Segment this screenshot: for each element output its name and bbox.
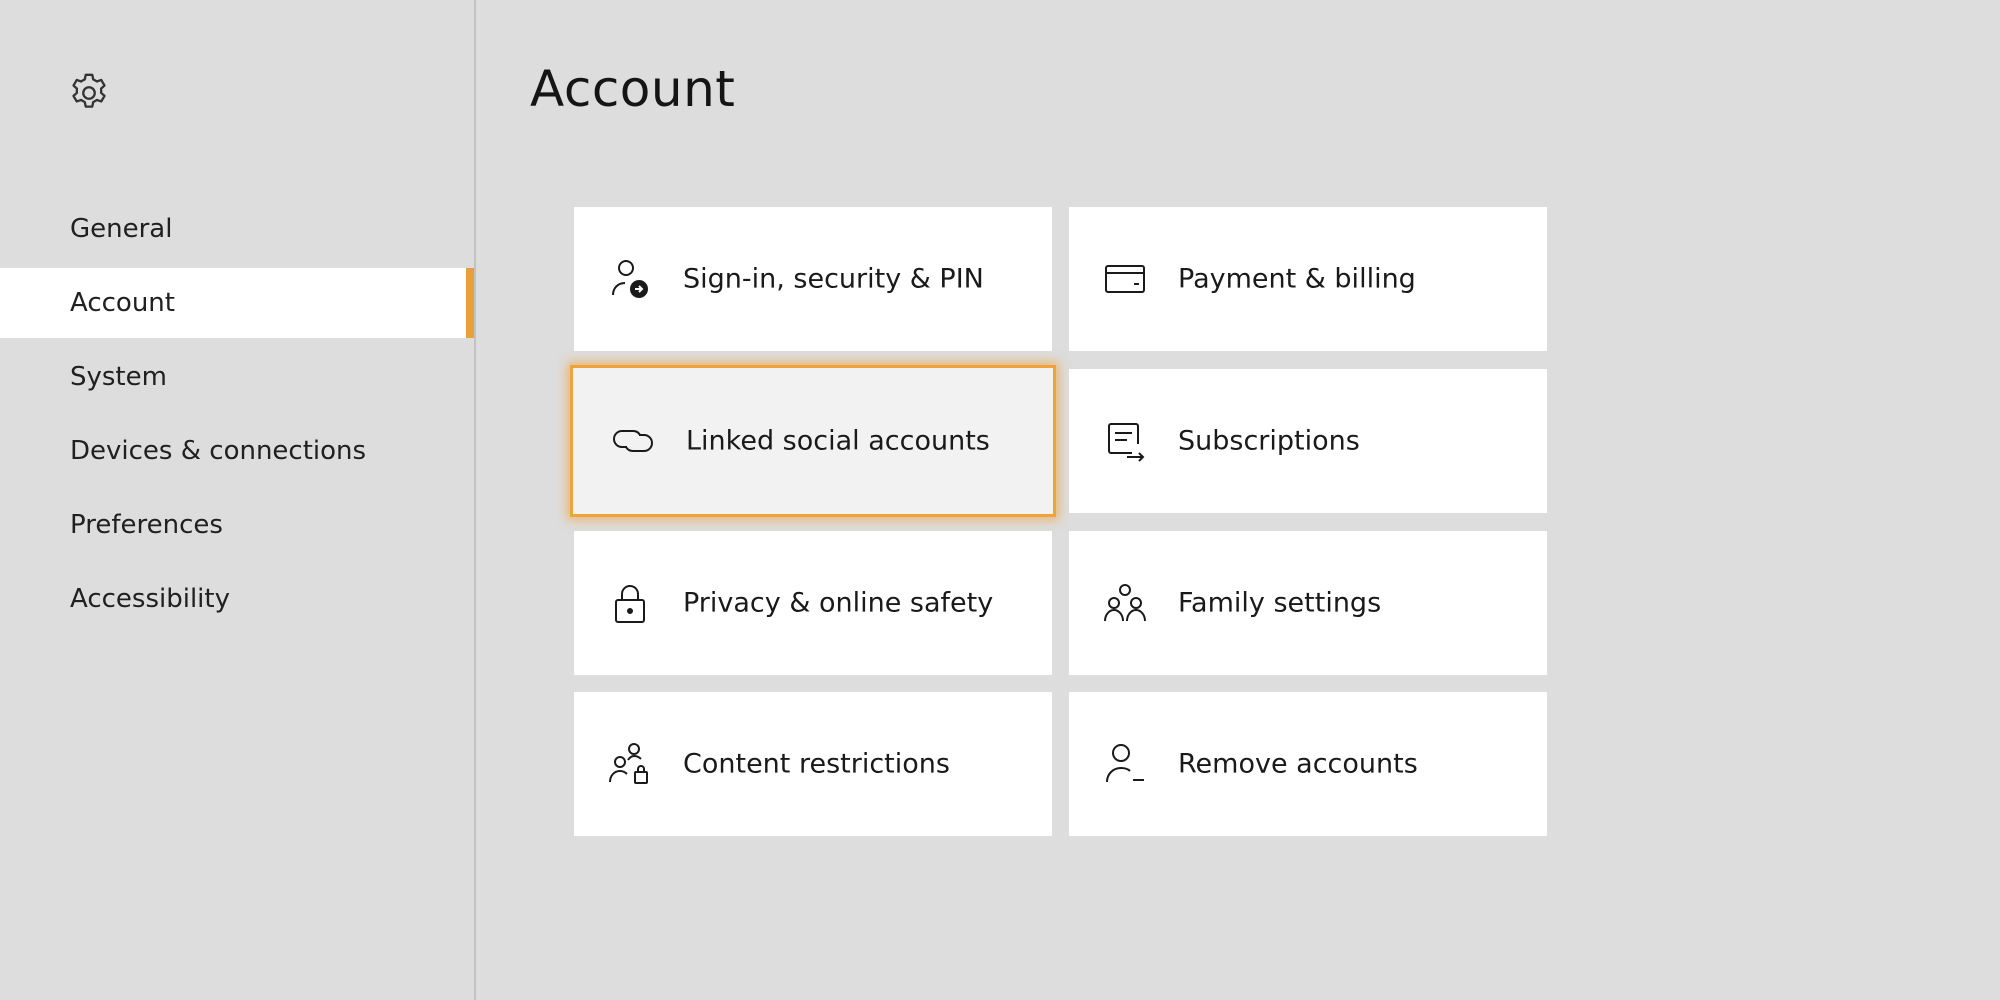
sidebar-item-label: System bbox=[70, 362, 167, 392]
sidebar-item-preferences[interactable]: Preferences bbox=[0, 490, 474, 560]
tile-family-settings[interactable]: Family settings bbox=[1069, 531, 1547, 675]
page-title: Account bbox=[530, 60, 736, 118]
content-restrictions-icon bbox=[608, 742, 652, 786]
tile-label: Privacy & online safety bbox=[683, 587, 994, 619]
sidebar-item-label: Accessibility bbox=[70, 584, 230, 614]
sidebar-item-label: General bbox=[70, 214, 173, 244]
sidebar-item-account[interactable]: Account bbox=[0, 268, 474, 338]
tile-sign-in-security-pin[interactable]: Sign-in, security & PIN bbox=[574, 207, 1052, 351]
lock-icon bbox=[608, 581, 652, 625]
sidebar-item-label: Preferences bbox=[70, 510, 223, 540]
gear-icon bbox=[66, 70, 112, 116]
subscriptions-icon bbox=[1103, 419, 1147, 463]
person-sign-in-icon bbox=[608, 257, 652, 301]
tile-payment-billing[interactable]: Payment & billing bbox=[1069, 207, 1547, 351]
tile-label: Linked social accounts bbox=[686, 425, 990, 457]
sidebar-item-accessibility[interactable]: Accessibility bbox=[0, 564, 474, 634]
tile-label: Payment & billing bbox=[1178, 263, 1416, 295]
tile-label: Content restrictions bbox=[683, 748, 950, 780]
link-icon bbox=[611, 419, 655, 463]
sidebar-item-label: Account bbox=[70, 288, 175, 318]
tile-label: Remove accounts bbox=[1178, 748, 1418, 780]
remove-person-icon bbox=[1103, 742, 1147, 786]
tile-content-restrictions[interactable]: Content restrictions bbox=[574, 692, 1052, 836]
tile-label: Sign-in, security & PIN bbox=[683, 263, 984, 295]
sidebar: General Account System Devices & connect… bbox=[0, 0, 476, 1000]
tile-privacy-online-safety[interactable]: Privacy & online safety bbox=[574, 531, 1052, 675]
sidebar-item-label: Devices & connections bbox=[70, 436, 367, 466]
tile-label: Family settings bbox=[1178, 587, 1382, 619]
sidebar-item-devices-connections[interactable]: Devices & connections bbox=[0, 416, 474, 486]
credit-card-icon bbox=[1103, 257, 1147, 301]
family-icon bbox=[1103, 581, 1147, 625]
tile-remove-accounts[interactable]: Remove accounts bbox=[1069, 692, 1547, 836]
sidebar-item-general[interactable]: General bbox=[0, 194, 474, 264]
tile-subscriptions[interactable]: Subscriptions bbox=[1069, 369, 1547, 513]
sidebar-item-system[interactable]: System bbox=[0, 342, 474, 412]
settings-app: General Account System Devices & connect… bbox=[0, 0, 2000, 1000]
tile-label: Subscriptions bbox=[1178, 425, 1360, 457]
tile-linked-social-accounts[interactable]: Linked social accounts bbox=[570, 365, 1056, 517]
